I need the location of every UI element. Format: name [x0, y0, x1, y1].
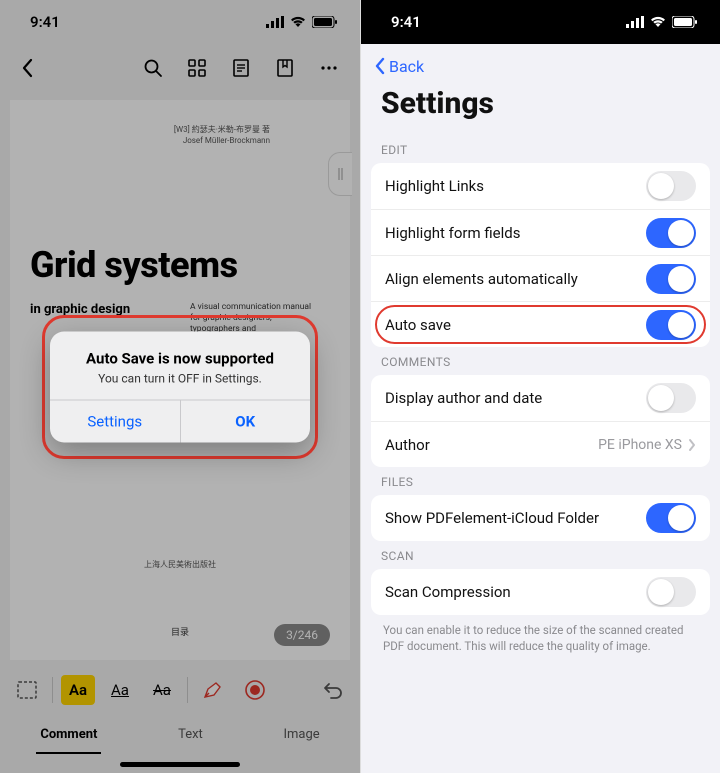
tab-image[interactable]: Image	[279, 721, 323, 754]
selection-tool-icon[interactable]	[10, 675, 44, 705]
bottom-toolbar: Aa Aa Aa Comment Text Image	[0, 665, 360, 773]
status-bar: 9:41	[361, 0, 720, 44]
autosave-alert: Auto Save is now supported You can turn …	[50, 331, 310, 442]
phone-right-settings: 9:41 Back Settings EDIT Highlight Links …	[360, 0, 720, 773]
row-label: Display author and date	[385, 389, 542, 407]
row-show-icloud[interactable]: Show PDFelement-iCloud Folder	[371, 495, 710, 541]
undo-icon[interactable]	[316, 675, 350, 705]
status-time: 9:41	[30, 13, 60, 31]
signal-icon	[626, 16, 644, 28]
record-tool-icon[interactable]	[238, 675, 272, 705]
pen-tool-icon[interactable]	[196, 675, 230, 705]
section-edit-label: EDIT	[361, 135, 720, 163]
search-icon[interactable]	[136, 51, 170, 85]
signal-icon	[266, 16, 284, 28]
outline-icon[interactable]	[224, 51, 258, 85]
alert-settings-button[interactable]: Settings	[50, 400, 180, 442]
toggle-highlight-links[interactable]	[646, 171, 696, 201]
mode-tabs: Comment Text Image	[0, 715, 360, 760]
section-comments-label: COMMENTS	[361, 347, 720, 375]
status-bar: 9:41	[0, 0, 360, 44]
tab-text[interactable]: Text	[174, 721, 207, 754]
top-toolbar	[0, 44, 360, 92]
row-highlight-links[interactable]: Highlight Links	[371, 163, 710, 209]
phone-left-document: 9:41 [W3] 約瑟夫·米勒-布罗曼 著 Josef Müller-Broc…	[0, 0, 360, 773]
row-highlight-form[interactable]: Highlight form fields	[371, 209, 710, 255]
page-indicator: 3/246	[274, 624, 330, 646]
row-label: Highlight Links	[385, 177, 484, 195]
toggle-highlight-form[interactable]	[646, 218, 696, 248]
section-scan-label: SCAN	[361, 541, 720, 569]
chevron-left-icon	[373, 56, 387, 76]
doc-meta: [W3] 約瑟夫·米勒-布罗曼 著 Josef Müller-Brockmann	[30, 124, 270, 146]
doc-publisher: 上海人民美術出版社	[10, 559, 350, 570]
author-value: PE iPhone XS	[598, 437, 682, 453]
meta-line1: [W3] 約瑟夫·米勒-布罗曼 著	[30, 124, 270, 135]
alert-message: You can turn it OFF in Settings.	[64, 371, 296, 385]
row-author[interactable]: Author PE iPhone XS	[371, 421, 710, 467]
strikethrough-tool[interactable]: Aa	[145, 675, 179, 705]
row-display-author[interactable]: Display author and date	[371, 375, 710, 421]
page-title: Settings	[361, 80, 720, 135]
toggle-display-author[interactable]	[646, 383, 696, 413]
toggle-auto-save[interactable]	[646, 310, 696, 340]
row-label: Show PDFelement-iCloud Folder	[385, 509, 599, 527]
meta-line2: Josef Müller-Brockmann	[30, 135, 270, 146]
underline-tool[interactable]: Aa	[103, 675, 137, 705]
toggle-align-auto[interactable]	[646, 264, 696, 294]
alert-title: Auto Save is now supported	[64, 349, 296, 367]
row-label: Auto save	[385, 316, 451, 334]
row-align-auto[interactable]: Align elements automatically	[371, 255, 710, 301]
row-scan-compression[interactable]: Scan Compression	[371, 569, 710, 615]
bookmark-icon[interactable]	[268, 51, 302, 85]
group-files: Show PDFelement-iCloud Folder	[371, 495, 710, 541]
grid-icon[interactable]	[180, 51, 214, 85]
wifi-icon	[290, 16, 306, 28]
more-icon[interactable]	[312, 51, 346, 85]
alert-ok-button[interactable]: OK	[180, 400, 311, 442]
battery-icon	[312, 16, 338, 28]
chevron-right-icon	[688, 438, 696, 452]
row-label: Author	[385, 436, 430, 454]
settings-sheet: Back Settings EDIT Highlight Links Highl…	[361, 44, 720, 773]
home-indicator	[120, 762, 240, 767]
group-comments: Display author and date Author PE iPhone…	[371, 375, 710, 467]
group-edit: Highlight Links Highlight form fields Al…	[371, 163, 710, 347]
section-files-label: FILES	[361, 467, 720, 495]
group-scan: Scan Compression	[371, 569, 710, 615]
toggle-scan-compression[interactable]	[646, 577, 696, 607]
toggle-show-icloud[interactable]	[646, 503, 696, 533]
row-label: Align elements automatically	[385, 270, 578, 288]
nav-back[interactable]: Back	[361, 44, 720, 80]
row-label: Highlight form fields	[385, 224, 520, 242]
highlight-tool[interactable]: Aa	[61, 675, 95, 705]
nav-back-label: Back	[389, 57, 424, 76]
status-time: 9:41	[391, 13, 421, 31]
battery-icon	[672, 16, 698, 28]
row-label: Scan Compression	[385, 583, 511, 601]
doc-title: Grid systems	[30, 244, 330, 286]
wifi-icon	[650, 16, 666, 28]
side-handle[interactable]	[328, 152, 352, 196]
scan-footnote: You can enable it to reduce the size of …	[361, 615, 720, 674]
row-auto-save[interactable]: Auto save	[371, 301, 710, 347]
back-icon[interactable]	[10, 51, 44, 85]
status-indicators	[626, 16, 698, 28]
tab-comment[interactable]: Comment	[36, 721, 101, 754]
status-indicators	[266, 16, 338, 28]
